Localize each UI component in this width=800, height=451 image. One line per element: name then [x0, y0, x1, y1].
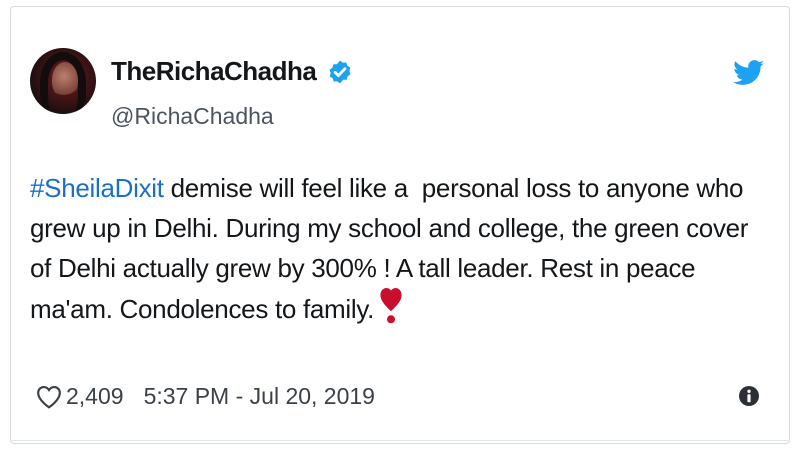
- twitter-bird-icon[interactable]: [733, 60, 765, 86]
- avatar[interactable]: [30, 48, 96, 114]
- tweet-line-4: ma'am. Condolences to family.: [30, 288, 770, 329]
- card-bottom-divider: [10, 440, 790, 441]
- like-count[interactable]: 2,409: [66, 383, 124, 410]
- hashtag-link[interactable]: #SheilaDixit: [30, 173, 164, 203]
- tweet-line-2: grew up in Delhi. During my school and c…: [30, 213, 749, 243]
- tweet-timestamp[interactable]: 5:37 PM - Jul 20, 2019: [144, 383, 375, 410]
- avatar-face: [52, 62, 78, 98]
- tweet-line-1: #SheilaDixit demise will feel like a per…: [30, 168, 770, 208]
- tweet-line-4-text: ma'am. Condolences to family.: [30, 294, 375, 324]
- tweet-meta: 2,409 5:37 PM - Jul 20, 2019: [36, 383, 375, 410]
- tweet-line-1-text: demise will feel like a personal loss to…: [163, 173, 744, 203]
- user-handle[interactable]: @RichaChadha: [111, 103, 274, 130]
- info-icon[interactable]: [738, 385, 760, 407]
- verified-badge-icon: [329, 60, 351, 84]
- display-name[interactable]: TheRichaChadha: [111, 56, 317, 87]
- heart-outline-icon[interactable]: [36, 385, 62, 409]
- tweet-line-3: of Delhi actually grew by 300% ! A tall …: [30, 253, 696, 283]
- heavy-heart-exclamation-icon: [380, 288, 402, 324]
- tweet-text: #SheilaDixit demise will feel like a per…: [30, 168, 770, 329]
